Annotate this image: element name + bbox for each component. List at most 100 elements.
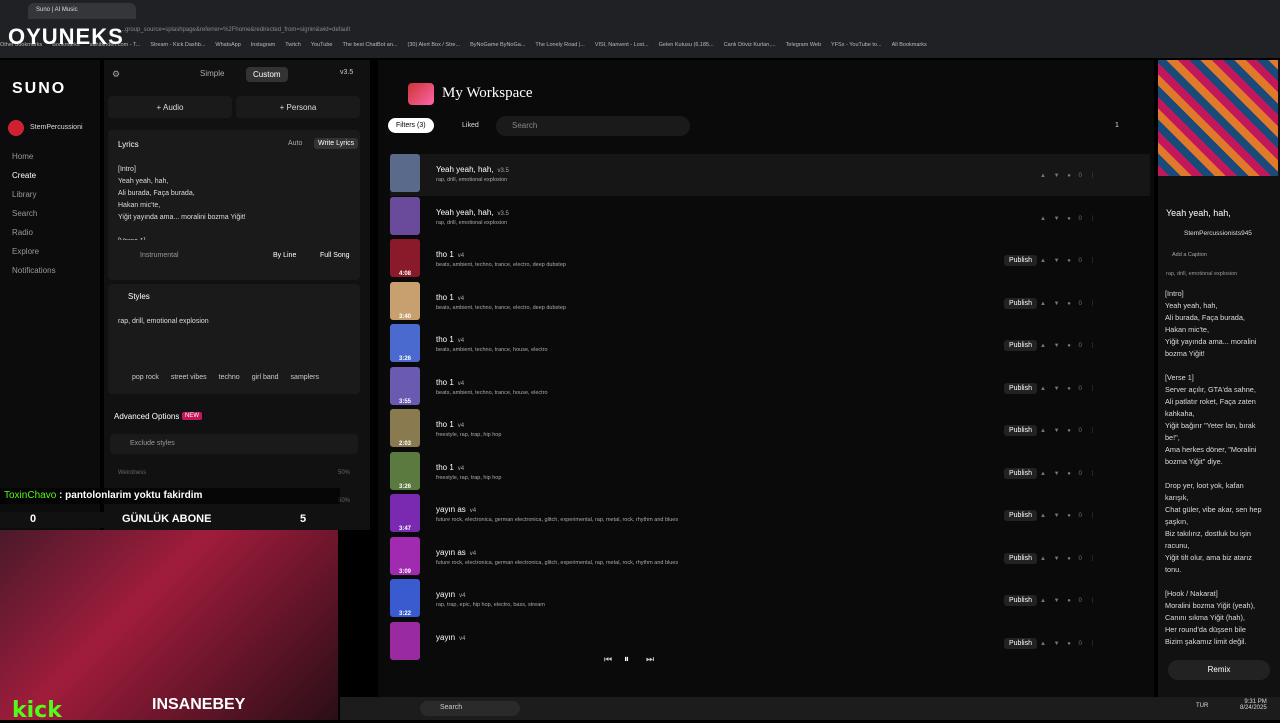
song-row[interactable]: Yeah yeah, hah, v3.5 rap, drill, emotiona…: [390, 196, 1150, 239]
sidebar-item-notifications[interactable]: Notifications: [12, 266, 56, 275]
bookmark-item[interactable]: Twitch: [285, 42, 301, 48]
sidebar-item-library[interactable]: Library: [12, 190, 36, 199]
publish-button[interactable]: Publish: [1004, 297, 1037, 309]
song-title[interactable]: tho 1 v4: [436, 420, 464, 429]
song-cover[interactable]: 3:26: [390, 451, 420, 490]
song-row[interactable]: 3:55 tho 1 v4 beats, ambient, techno, tra…: [390, 366, 1150, 409]
sidebar-item-search[interactable]: Search: [12, 209, 37, 218]
publish-button[interactable]: Publish: [1004, 552, 1037, 564]
bookmark-item[interactable]: Gelen Kutusu (6.185...: [659, 42, 714, 48]
song-row[interactable]: Yeah yeah, hah, v3.5 rap, drill, emotiona…: [390, 154, 1150, 196]
publish-button[interactable]: Publish: [1004, 382, 1037, 394]
style-chip[interactable]: girl band: [252, 374, 279, 381]
next-icon[interactable]: ⏭: [646, 654, 654, 665]
song-actions[interactable]: ▲ ▼ ● 0 ⋮: [1040, 257, 1099, 264]
song-row[interactable]: 3:40 tho 1 v4 beats, ambient, techno, tra…: [390, 281, 1150, 324]
song-cover[interactable]: 3:40: [390, 281, 420, 320]
publish-button[interactable]: Publish: [1004, 595, 1037, 606]
song-row[interactable]: 2:03 tho 1 v4 freestyle, rap, trap, hip h…: [390, 409, 1150, 451]
song-row[interactable]: 3:26 tho 1 v4 freestyle, rap, trap, hip h…: [390, 451, 1150, 494]
song-cover[interactable]: [390, 196, 420, 235]
style-chip[interactable]: techno: [219, 374, 240, 381]
liked-button[interactable]: Liked: [462, 122, 479, 129]
bookmark-item[interactable]: Telegram Web: [786, 42, 821, 48]
bookmark-item[interactable]: Stream - Kick Dashb...: [150, 42, 205, 48]
prev-icon[interactable]: ⏮: [604, 654, 612, 665]
song-actions[interactable]: ▲ ▼ ● 0 ⋮: [1040, 427, 1099, 434]
clock[interactable]: 9:31 PM 8/24/2025: [1240, 699, 1267, 711]
page-number[interactable]: 1: [1115, 122, 1119, 129]
style-chip[interactable]: pop rock: [132, 374, 159, 381]
bookmark-item[interactable]: VISI, Nanvent - Lost...: [595, 42, 649, 48]
style-chip[interactable]: samplers: [291, 374, 319, 381]
song-title[interactable]: tho 1 v4: [436, 250, 464, 259]
taskbar-search[interactable]: Search: [420, 701, 520, 716]
song-actions[interactable]: ▲ ▼ ● 0 ⋮: [1040, 342, 1099, 349]
song-row[interactable]: 3:22 yayın v4 rap, trap, epic, hip hop, e…: [390, 579, 1150, 621]
lyrics-input[interactable]: [Intro] Yeah yeah, hah, Ali burada, Faça…: [118, 164, 246, 240]
song-actions[interactable]: ▲ ▼ ● 0 ⋮: [1040, 470, 1099, 477]
suno-logo[interactable]: SUNO: [12, 80, 66, 98]
avatar[interactable]: [8, 120, 24, 136]
song-cover[interactable]: 2:03: [390, 409, 420, 447]
bookmark-item[interactable]: Instagram: [251, 42, 275, 48]
styles-input[interactable]: rap, drill, emotional explosion: [118, 318, 209, 325]
song-actions[interactable]: ▲ ▼ ● 0 ⋮: [1040, 172, 1099, 179]
filters-button[interactable]: Filters (3): [388, 118, 434, 133]
bookmark-item[interactable]: WhatsApp: [215, 42, 240, 48]
bookmark-item[interactable]: ByNoGame ByNoGa...: [470, 42, 525, 48]
song-title[interactable]: yayın as v4: [436, 548, 476, 557]
song-title[interactable]: tho 1 v4: [436, 378, 464, 387]
sidebar-item-explore[interactable]: Explore: [12, 247, 39, 256]
song-title[interactable]: Yeah yeah, hah, v3.5: [436, 208, 509, 217]
mode-custom[interactable]: Custom: [246, 67, 288, 82]
song-author[interactable]: StemPercussionists945: [1184, 230, 1252, 237]
by-line-button[interactable]: By Line: [273, 252, 296, 259]
publish-button[interactable]: Publish: [1004, 340, 1037, 351]
add-audio-button[interactable]: + Audio: [108, 96, 232, 118]
song-cover[interactable]: 4:08: [390, 239, 420, 277]
song-title[interactable]: tho 1 v4: [436, 335, 464, 344]
song-cover[interactable]: 3:09: [390, 536, 420, 575]
write-lyrics-button[interactable]: Write Lyrics: [314, 138, 359, 149]
sidebar-item-radio[interactable]: Radio: [12, 228, 33, 237]
song-cover[interactable]: [390, 154, 420, 192]
lang-indicator[interactable]: TUR: [1196, 703, 1208, 709]
full-song-button[interactable]: Full Song: [320, 252, 350, 259]
caption-input[interactable]: Add a Caption: [1172, 252, 1207, 258]
song-row[interactable]: 3:47 yayın as v4 future rock, electronica…: [390, 494, 1150, 536]
song-actions[interactable]: ▲ ▼ ● 0 ⋮: [1040, 385, 1099, 392]
song-actions[interactable]: ▲ ▼ ● 0 ⋮: [1040, 300, 1099, 307]
search-input[interactable]: Search: [496, 116, 690, 136]
publish-button[interactable]: Publish: [1004, 467, 1037, 479]
song-title[interactable]: Yeah yeah, hah, v3.5: [436, 165, 509, 174]
mode-simple[interactable]: Simple: [200, 69, 224, 78]
song-title[interactable]: tho 1 v4: [436, 463, 464, 472]
pause-icon[interactable]: ⏸: [624, 654, 629, 665]
bookmark-item[interactable]: All Bookmarks: [892, 42, 927, 48]
add-persona-button[interactable]: + Persona: [236, 96, 360, 118]
song-actions[interactable]: ▲ ▼ ● 0 ⋮: [1040, 640, 1099, 647]
bookmark-item[interactable]: YouTube: [311, 42, 333, 48]
song-row[interactable]: 3:26 tho 1 v4 beats, ambient, techno, tra…: [390, 324, 1150, 366]
song-cover[interactable]: 3:22: [390, 579, 420, 617]
version-select[interactable]: v3.5: [340, 69, 353, 76]
song-row[interactable]: 3:09 yayın as v4 future rock, electronica…: [390, 536, 1150, 579]
gear-icon[interactable]: ⚙: [112, 69, 120, 80]
bookmark-item[interactable]: YFSx - YouTube to...: [831, 42, 882, 48]
browser-tab[interactable]: Suno | AI Music: [28, 3, 136, 19]
address-bar[interactable]: ...group_source=splashpage&referrer=%2Fh…: [120, 24, 1120, 38]
song-actions[interactable]: ▲ ▼ ● 0 ⋮: [1040, 512, 1099, 519]
sidebar-item-home[interactable]: Home: [12, 152, 33, 161]
publish-button[interactable]: Publish: [1004, 255, 1037, 266]
publish-button[interactable]: Publish: [1004, 637, 1037, 649]
advanced-options[interactable]: Advanced Options: [114, 412, 179, 421]
remix-button[interactable]: Remix: [1168, 660, 1270, 680]
style-chip[interactable]: street vibes: [171, 374, 207, 381]
song-title[interactable]: yayın v4: [436, 590, 465, 599]
lyrics-auto[interactable]: Auto: [288, 140, 302, 147]
bookmark-item[interactable]: Canlı Döviz Kurları,...: [724, 42, 776, 48]
bookmark-item[interactable]: The Lonely Road |...: [535, 42, 584, 48]
publish-button[interactable]: Publish: [1004, 425, 1037, 436]
bookmark-item[interactable]: (30) Alert Box / Stre...: [408, 42, 461, 48]
